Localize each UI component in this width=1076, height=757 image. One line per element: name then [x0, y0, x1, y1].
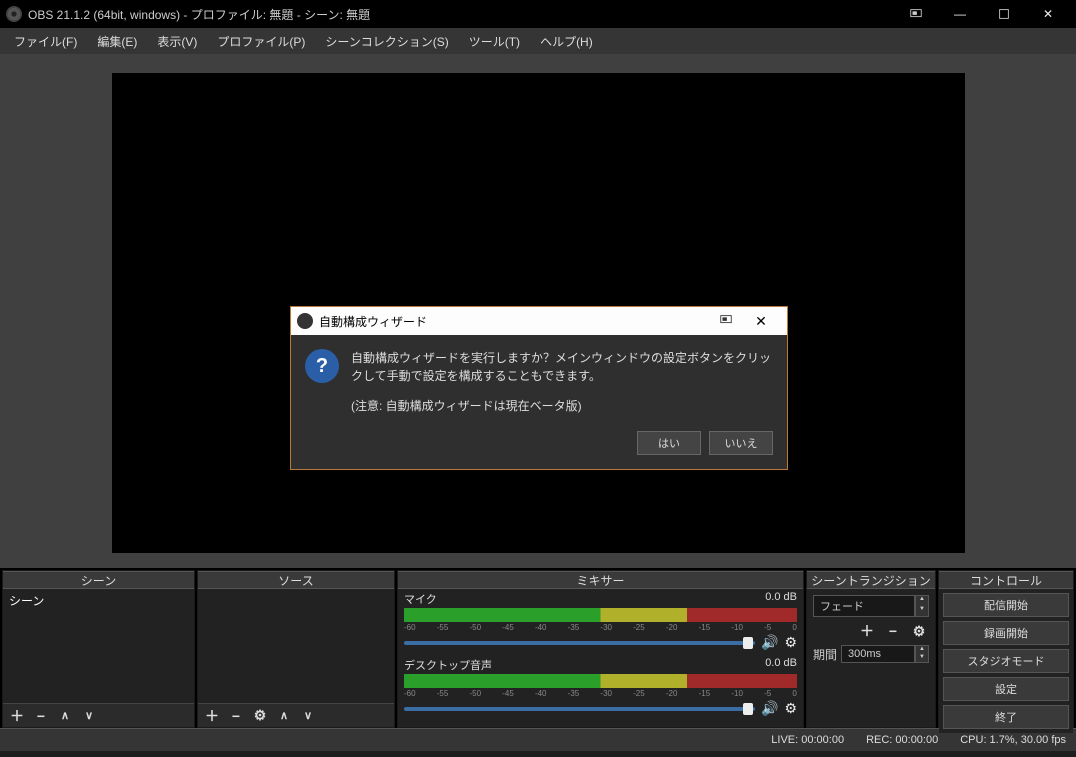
mic-ticks: -60-55-50-45-40-35-30-25-20-15-10-50 [404, 623, 797, 632]
add-transition-button[interactable]: ＋ [859, 623, 875, 639]
dialog-note: (注意: 自動構成ウィザードは現在ベータ版) [351, 397, 773, 415]
dialog-logo-icon [297, 313, 313, 329]
mixer-channel-desktop: デスクトップ音声 0.0 dB -60-55-50-45-40-35-30-25… [398, 655, 803, 721]
dialog-no-button[interactable]: いいえ [709, 431, 773, 455]
transitions-header: シーントランジション [807, 571, 935, 589]
app-logo-icon [6, 6, 22, 22]
scenes-list[interactable]: シーン [3, 589, 194, 703]
scenes-header: シーン [3, 571, 194, 589]
mixer-body: マイク 0.0 dB -60-55-50-45-40-35-30-25-20-1… [398, 589, 803, 727]
transitions-panel: シーントランジション フェード ▲▼ ＋ − ⚙ 期間 300ms ▲▼ [806, 570, 936, 728]
source-properties-button[interactable]: ⚙ [252, 708, 268, 724]
desktop-meter [404, 674, 797, 688]
close-button[interactable]: ✕ [1026, 0, 1070, 28]
remove-source-button[interactable]: − [228, 708, 244, 724]
projector-icon[interactable] [894, 0, 938, 28]
scene-down-button[interactable]: ∨ [81, 708, 97, 724]
remove-scene-button[interactable]: − [33, 708, 49, 724]
duration-input[interactable]: 300ms ▲▼ [841, 645, 929, 663]
menubar: ファイル(F) 編集(E) 表示(V) プロファイル(P) シーンコレクション(… [0, 28, 1076, 54]
desktop-label: デスクトップ音声 [404, 657, 492, 673]
menu-scene-collection[interactable]: シーンコレクション(S) [315, 30, 458, 53]
mic-settings-button[interactable]: ⚙ [784, 634, 797, 651]
source-down-button[interactable]: ∨ [300, 708, 316, 724]
add-scene-button[interactable]: ＋ [9, 708, 25, 724]
sources-list[interactable] [198, 589, 394, 703]
dialog-message: 自動構成ウィザードを実行しますか？メインウィンドウの設定ボタンをクリックして手動… [351, 349, 773, 385]
mixer-header: ミキサー [398, 571, 803, 589]
menu-profile[interactable]: プロファイル(P) [207, 30, 315, 53]
start-streaming-button[interactable]: 配信開始 [943, 593, 1069, 617]
minimize-button[interactable]: — [938, 0, 982, 28]
start-recording-button[interactable]: 録画開始 [943, 621, 1069, 645]
remove-transition-button[interactable]: − [885, 623, 901, 639]
controls-header: コントロール [939, 571, 1073, 589]
transition-select[interactable]: フェード ▲▼ [813, 595, 929, 617]
titlebar: OBS 21.1.2 (64bit, windows) - プロファイル: 無題… [0, 0, 1076, 28]
transition-properties-button[interactable]: ⚙ [911, 623, 927, 639]
dialog-close-button[interactable]: ✕ [741, 313, 781, 330]
menu-view[interactable]: 表示(V) [147, 30, 207, 53]
dialog-popout-icon[interactable] [711, 313, 741, 330]
exit-button[interactable]: 終了 [943, 705, 1069, 729]
menu-file[interactable]: ファイル(F) [4, 30, 87, 53]
scenes-panel: シーン シーン ＋ − ∧ ∨ [2, 570, 195, 728]
controls-panel: コントロール 配信開始 録画開始 スタジオモード 設定 終了 [938, 570, 1074, 728]
panels-row: シーン シーン ＋ − ∧ ∨ ソース ＋ − ⚙ ∧ ∨ ミキサー マイク [0, 568, 1076, 728]
mic-meter [404, 608, 797, 622]
desktop-volume-slider[interactable] [404, 707, 755, 711]
add-source-button[interactable]: ＋ [204, 708, 220, 724]
menu-edit[interactable]: 編集(E) [87, 30, 147, 53]
mixer-panel: ミキサー マイク 0.0 dB -60-55-50-45-40-35-30-25… [397, 570, 804, 728]
auto-config-wizard-dialog: 自動構成ウィザード ✕ ? 自動構成ウィザードを実行しますか？メインウィンドウの… [290, 306, 788, 470]
mic-db: 0.0 dB [765, 591, 797, 607]
duration-spinner[interactable]: ▲▼ [915, 645, 929, 663]
transition-select-arrows[interactable]: ▲▼ [915, 595, 929, 617]
status-rec: REC: 00:00:00 [866, 734, 938, 746]
desktop-db: 0.0 dB [765, 657, 797, 673]
scene-up-button[interactable]: ∧ [57, 708, 73, 724]
duration-label: 期間 [813, 646, 837, 663]
desktop-ticks: -60-55-50-45-40-35-30-25-20-15-10-50 [404, 689, 797, 698]
settings-button[interactable]: 設定 [943, 677, 1069, 701]
desktop-settings-button[interactable]: ⚙ [784, 700, 797, 717]
question-icon: ? [305, 349, 339, 383]
scene-item[interactable]: シーン [3, 589, 194, 612]
dialog-titlebar: 自動構成ウィザード ✕ [291, 307, 787, 335]
mixer-channel-mic: マイク 0.0 dB -60-55-50-45-40-35-30-25-20-1… [398, 589, 803, 655]
sources-panel: ソース ＋ − ⚙ ∧ ∨ [197, 570, 395, 728]
status-cpu: CPU: 1.7%, 30.00 fps [960, 734, 1066, 746]
maximize-button[interactable] [982, 0, 1026, 28]
window-title: OBS 21.1.2 (64bit, windows) - プロファイル: 無題… [28, 6, 894, 23]
status-live: LIVE: 00:00:00 [771, 734, 844, 746]
mic-mute-button[interactable]: 🔊 [761, 634, 778, 651]
source-up-button[interactable]: ∧ [276, 708, 292, 724]
status-bar: LIVE: 00:00:00 REC: 00:00:00 CPU: 1.7%, … [0, 728, 1076, 751]
menu-tools[interactable]: ツール(T) [459, 30, 530, 53]
mic-volume-slider[interactable] [404, 641, 755, 645]
desktop-mute-button[interactable]: 🔊 [761, 700, 778, 717]
dialog-title: 自動構成ウィザード [319, 313, 711, 330]
studio-mode-button[interactable]: スタジオモード [943, 649, 1069, 673]
sources-header: ソース [198, 571, 394, 589]
menu-help[interactable]: ヘルプ(H) [530, 30, 603, 53]
mic-label: マイク [404, 591, 437, 607]
dialog-yes-button[interactable]: はい [637, 431, 701, 455]
